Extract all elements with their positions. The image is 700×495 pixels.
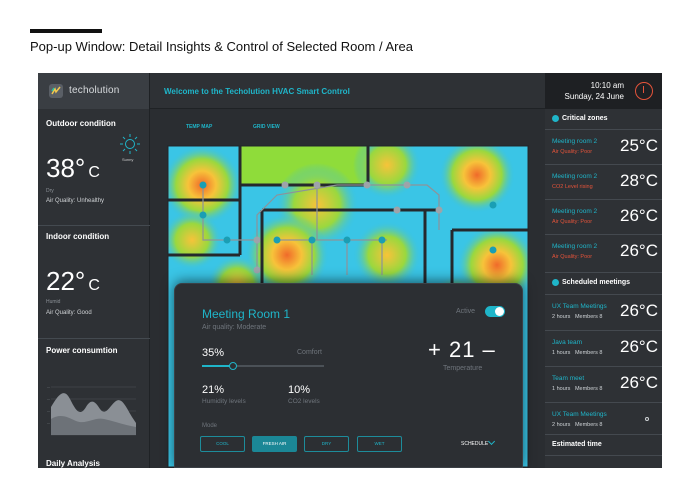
critical-zones-header: Critical zones <box>545 109 662 129</box>
divider <box>38 338 150 339</box>
zone-temperature: 26°C <box>620 241 658 260</box>
meeting-item[interactable]: Java team 1 hours Members 8 26°C <box>545 330 662 365</box>
co2-value: 10% <box>288 384 311 396</box>
temperature-label: Temperature <box>443 365 483 372</box>
critical-zones-title: Critical zones <box>562 115 608 122</box>
mode-cool-button[interactable]: COOL <box>200 436 245 452</box>
meeting-name: Team meet <box>552 375 585 382</box>
clock-icon <box>552 279 559 286</box>
mode-label: Mode <box>202 423 218 429</box>
power-chart: — — — — <box>47 385 136 436</box>
tab-grid-view[interactable]: GRID VIEW <box>253 124 280 130</box>
zone-name: Meeting room 2 <box>552 208 598 215</box>
power-title: Power consumtion <box>46 346 118 355</box>
meeting-details: 2 hours Members 8 <box>552 314 603 320</box>
clock-area: 10:10 am Sunday, 24 June <box>545 73 662 109</box>
outdoor-air-quality: Air Quality: Unhealthy <box>46 198 105 204</box>
meeting-details: 1 hours Members 8 <box>552 386 603 392</box>
mode-wet-button[interactable]: WET <box>357 436 402 452</box>
zone-temperature: 25°C <box>620 136 658 155</box>
current-time: 10:10 am <box>590 81 624 90</box>
chevron-down-icon[interactable] <box>487 437 496 446</box>
zone-temperature: 26°C <box>620 206 658 225</box>
meeting-temperature: 26°C <box>620 301 658 320</box>
zone-temperature: 28°C <box>620 171 658 190</box>
current-date: Sunday, 24 June <box>564 92 624 101</box>
critical-zone-item[interactable]: Meeting room 2 Air Quality: Poor 26°C <box>545 234 662 269</box>
top-bar: Welcome to the Techolution HVAC Smart Co… <box>150 73 545 109</box>
meeting-item[interactable]: UX Team Meetings 2 hours Members 8 <box>545 402 662 437</box>
daily-analysis-title: Daily Analysis <box>46 459 100 468</box>
power-icon[interactable] <box>635 82 653 100</box>
brand-name: techolution <box>69 85 120 96</box>
critical-zone-item[interactable]: Meeting room 2 CO2 Level rising 28°C <box>545 164 662 199</box>
outdoor-condition: Dry <box>46 188 54 194</box>
zone-name: Meeting room 2 <box>552 173 598 180</box>
room-detail-popup: Meeting Room 1 Air quality: Moderate Act… <box>174 283 523 468</box>
svg-text:—: — <box>47 385 50 389</box>
indoor-title: Indoor condition <box>46 232 110 241</box>
weather-label: Sunny <box>122 157 134 162</box>
caption-rule <box>30 29 102 33</box>
meeting-temperature: 26°C <box>620 337 658 356</box>
loading-icon <box>645 417 649 421</box>
meeting-name: Java team <box>552 339 582 346</box>
comfort-slider-handle[interactable] <box>228 362 237 370</box>
room-air-quality: Air quality: Moderate <box>202 324 267 331</box>
meeting-name: UX Team Meetings <box>552 411 607 418</box>
estimated-time-header: Estimated time <box>545 434 662 454</box>
humidity-label: Humidity levels <box>202 398 246 405</box>
comfort-slider[interactable] <box>202 362 324 370</box>
temperature-stepper[interactable]: + 21 – <box>428 337 496 363</box>
mode-dry-button[interactable]: DRY <box>304 436 349 452</box>
outdoor-title: Outdoor condition <box>46 119 116 128</box>
right-panel: Critical zones Meeting room 2 Air Qualit… <box>545 109 662 468</box>
sun-icon <box>120 134 140 154</box>
schedule-dropdown[interactable]: SCHEDULE <box>461 441 488 447</box>
zone-name: Meeting room 2 <box>552 138 598 145</box>
comfort-label: Comfort <box>297 349 322 356</box>
techolution-logo-icon <box>49 84 63 98</box>
alert-icon <box>552 115 559 122</box>
zone-status: CO2 Level rising <box>552 184 593 190</box>
zone-name: Meeting room 2 <box>552 243 598 250</box>
scheduled-meetings-header: Scheduled meetings <box>545 272 662 292</box>
humidity-value: 21% <box>202 384 225 396</box>
meeting-item[interactable]: UX Team Meetings 2 hours Members 8 26°C <box>545 294 662 329</box>
tab-temp-map[interactable]: TEMP MAP <box>186 124 212 130</box>
hvac-app: techolution Welcome to the Techolution H… <box>38 73 662 468</box>
outdoor-temperature: 38° C <box>46 153 100 183</box>
zone-status: Air Quality: Poor <box>552 219 593 225</box>
estimated-time-title: Estimated time <box>552 441 602 448</box>
comfort-slider-fill <box>202 365 233 367</box>
svg-text:—: — <box>47 409 50 413</box>
indoor-temperature: 22° C <box>46 266 100 296</box>
brand-area: techolution <box>38 73 150 109</box>
indoor-air-quality: Air Quality: Good <box>46 310 92 316</box>
page-caption: Pop-up Window: Detail Insights & Control… <box>30 39 413 54</box>
svg-text:—: — <box>47 421 50 425</box>
mode-fresh-air-button[interactable]: FRESH AIR <box>252 436 297 452</box>
welcome-message: Welcome to the Techolution HVAC Smart Co… <box>164 87 350 96</box>
critical-zone-item[interactable]: Meeting room 2 Air Quality: Poor 25°C <box>545 129 662 164</box>
co2-label: CO2 levels <box>288 398 320 405</box>
active-label: Active <box>456 308 476 315</box>
meeting-item[interactable]: Team meet 1 hours Members 8 26°C <box>545 366 662 401</box>
indoor-condition: Humid <box>46 299 61 305</box>
meeting-details: 1 hours Members 8 <box>552 350 603 356</box>
scheduled-meetings-title: Scheduled meetings <box>562 279 631 286</box>
zone-status: Air Quality: Poor <box>552 149 593 155</box>
meeting-name: UX Team Meetings <box>552 303 607 310</box>
critical-zone-item[interactable]: Meeting room 2 Air Quality: Poor 26°C <box>545 199 662 234</box>
zone-status: Air Quality: Poor <box>552 254 593 260</box>
left-sidebar: Outdoor condition Sunny 38° C Dry Air Qua… <box>38 109 150 468</box>
estimated-time-row <box>545 455 662 468</box>
comfort-percentage: 35% <box>202 347 225 359</box>
active-toggle[interactable] <box>485 306 505 317</box>
meeting-temperature: 26°C <box>620 373 658 392</box>
meeting-details: 2 hours Members 8 <box>552 422 603 428</box>
room-title: Meeting Room 1 <box>202 307 291 321</box>
svg-text:—: — <box>47 397 50 401</box>
divider <box>38 225 150 226</box>
